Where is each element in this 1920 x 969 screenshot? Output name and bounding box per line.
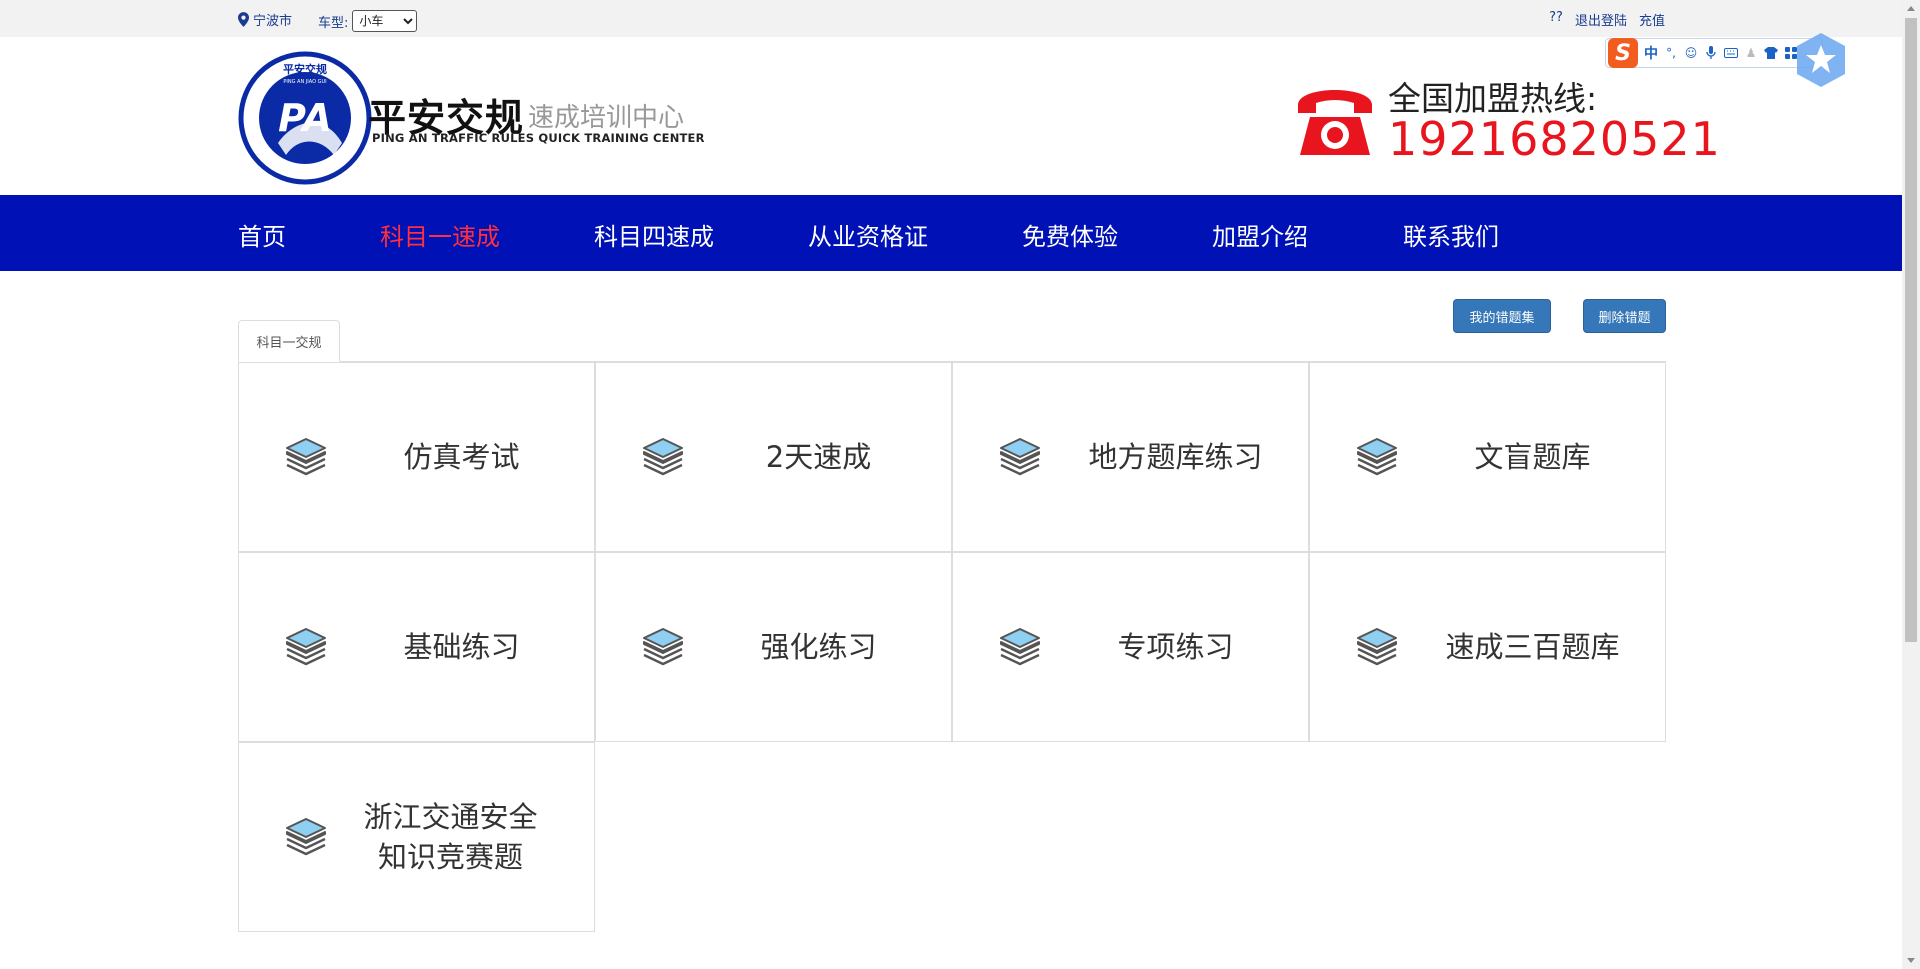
nav-home[interactable]: 首页: [238, 217, 286, 252]
logout-link[interactable]: 退出登陆: [1575, 10, 1627, 29]
card-two-day[interactable]: 2天速成: [595, 362, 952, 552]
nav-subject-four[interactable]: 科目四速成: [594, 217, 714, 252]
layers-icon: [1356, 437, 1398, 476]
map-pin-icon: [238, 12, 249, 27]
nav-free-trial[interactable]: 免费体验: [1022, 217, 1118, 252]
tab-subject-one[interactable]: 科目一交规: [238, 320, 340, 362]
layers-icon: [999, 437, 1041, 476]
scroll-down-icon[interactable]: [1907, 958, 1915, 963]
card-label: 速成三百题库: [1445, 630, 1620, 664]
skin-icon[interactable]: [1764, 46, 1778, 60]
username-link[interactable]: ??: [1549, 10, 1563, 29]
card-basic-practice[interactable]: 基础练习: [238, 552, 595, 742]
nav-franchise[interactable]: 加盟介绍: [1212, 217, 1308, 252]
brand-english: PING AN TRAFFIC RULES QUICK TRAINING CEN…: [372, 131, 705, 145]
logo-letters: PA: [278, 96, 332, 140]
user-icon[interactable]: ♟: [1744, 46, 1758, 60]
city-label[interactable]: 宁波市: [253, 10, 292, 29]
card-local-bank[interactable]: 地方题库练习: [952, 362, 1309, 552]
microphone-icon[interactable]: [1704, 46, 1718, 60]
card-label: 地方题库练习: [1088, 440, 1263, 474]
logo-ring-text: 平安交规: [283, 62, 327, 76]
card-zhejiang-contest[interactable]: 浙江交通安全知识竞赛题: [238, 742, 595, 932]
punctuation-icon[interactable]: °,: [1664, 46, 1678, 60]
emoji-icon[interactable]: ☺: [1684, 46, 1698, 60]
scroll-thumb[interactable]: [1905, 18, 1917, 642]
card-intensive-practice[interactable]: 强化练习: [595, 552, 952, 742]
car-type-select[interactable]: 小车: [352, 10, 418, 32]
ime-mode[interactable]: 中: [1644, 43, 1658, 63]
layers-icon: [285, 817, 327, 856]
card-label: 强化练习: [760, 630, 877, 664]
layers-icon: [285, 627, 327, 666]
card-topic-practice[interactable]: 专项练习: [952, 552, 1309, 742]
car-type: 车型: 小车: [318, 10, 418, 32]
account-links: ?? 退出登陆 充值: [1549, 10, 1665, 29]
layers-icon: [642, 627, 684, 666]
layers-icon: [285, 437, 327, 476]
layers-icon: [999, 627, 1041, 666]
car-type-label: 车型:: [318, 15, 349, 31]
nav-contact[interactable]: 联系我们: [1403, 217, 1499, 252]
nav-qualification[interactable]: 从业资格证: [808, 217, 928, 252]
ime-assistant-icon[interactable]: [1795, 31, 1847, 89]
card-illiterate-bank[interactable]: 文盲题库: [1309, 362, 1666, 552]
scroll-up-icon[interactable]: [1907, 6, 1915, 11]
card-300-questions[interactable]: 速成三百题库: [1309, 552, 1666, 742]
card-label: 仿真考试: [403, 440, 520, 474]
card-label: 2天速成: [765, 440, 872, 474]
hotline-number[interactable]: 19216820521: [1388, 112, 1721, 166]
card-label: 浙江交通安全知识竞赛题: [363, 800, 538, 874]
layers-icon: [642, 437, 684, 476]
recharge-link[interactable]: 充值: [1639, 10, 1665, 29]
logo-ring-en: PING AN JIAO GUI: [283, 79, 326, 85]
main-nav: 首页 科目一速成 科目四速成 从业资格证 免费体验 加盟介绍 联系我们: [0, 195, 1902, 271]
card-label: 文盲题库: [1474, 440, 1591, 474]
delete-wrong-button[interactable]: 删除错题: [1583, 299, 1666, 333]
vertical-scrollbar[interactable]: [1902, 0, 1920, 969]
brand-subtitle: 速成培训中心: [528, 103, 685, 133]
card-label: 基础练习: [403, 630, 520, 664]
layers-icon: [1356, 627, 1398, 666]
top-bar: 宁波市 车型: 小车 ?? 退出登陆 充值: [0, 0, 1902, 37]
card-simulation-exam[interactable]: 仿真考试: [238, 362, 595, 552]
card-label: 专项练习: [1117, 630, 1234, 664]
location[interactable]: 宁波市: [238, 10, 292, 29]
keyboard-icon[interactable]: [1724, 46, 1738, 60]
wrong-questions-button[interactable]: 我的错题集: [1453, 299, 1551, 333]
sogou-logo-icon[interactable]: S: [1608, 38, 1638, 68]
telephone-icon: [1298, 90, 1372, 155]
brand-logo[interactable]: PA 平安交规 PING AN JIAO GUI: [238, 51, 372, 185]
nav-subject-one[interactable]: 科目一速成: [380, 217, 500, 252]
ime-toolbar[interactable]: S 中 °, ☺ ♟: [1605, 38, 1823, 68]
